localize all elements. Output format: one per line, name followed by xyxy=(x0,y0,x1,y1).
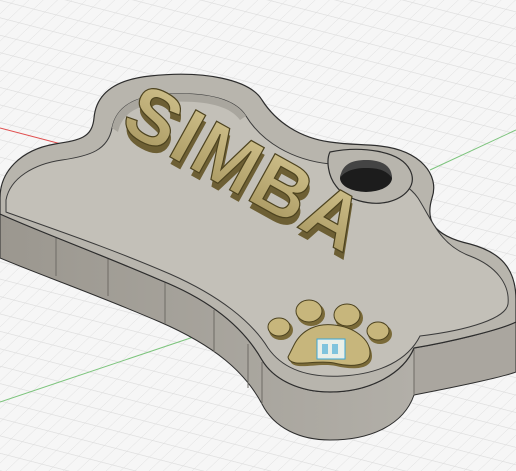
viewport-canvas[interactable]: SIMBA SIMBA xyxy=(0,0,516,471)
selected-face-highlight xyxy=(316,338,346,360)
3d-viewport[interactable]: SIMBA SIMBA xyxy=(0,0,516,471)
